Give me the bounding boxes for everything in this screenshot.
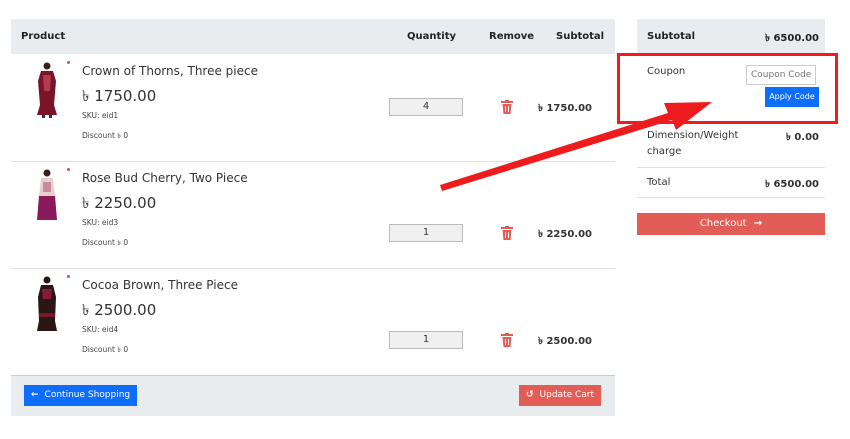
- annotation-arrow: [440, 102, 712, 191]
